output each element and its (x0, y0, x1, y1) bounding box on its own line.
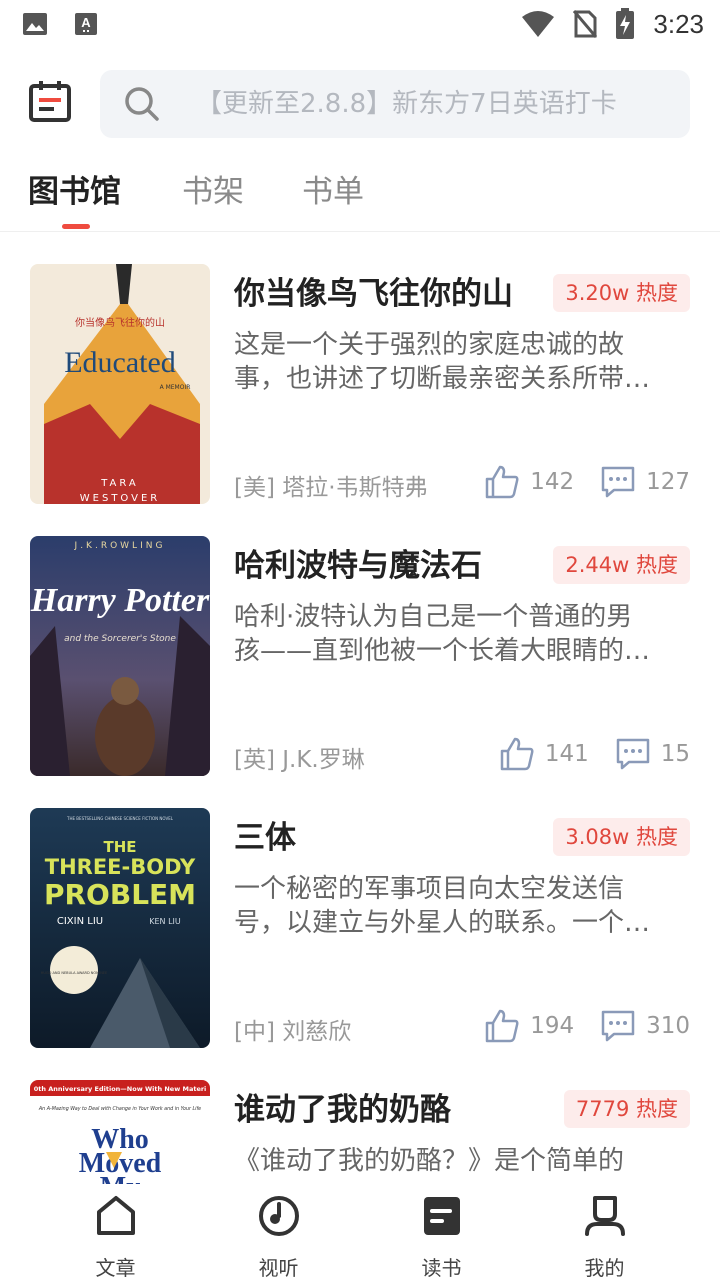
wifi-icon (522, 11, 555, 37)
calendar-checkin-icon[interactable] (28, 80, 72, 124)
search-placeholder: 【更新至2.8.8】新东方7日英语打卡 (196, 89, 617, 119)
book-author: [英] J.K.罗琳 (234, 747, 365, 773)
book-cover[interactable]: 0th Anniversary Edition—Now With New Mat… (30, 1080, 210, 1184)
like-count: 141 (544, 741, 589, 767)
search-icon (125, 87, 159, 121)
thumbs-up-icon[interactable] (499, 736, 535, 772)
cover-author-1: TARA (100, 478, 139, 489)
book-stats: 141 15 (499, 734, 690, 774)
like-count: 194 (530, 1013, 575, 1039)
status-bar: A 3:23 (0, 0, 720, 50)
no-sim-icon (573, 10, 598, 38)
book-description: 《谁动了我的奶酪？》是个简单的 (234, 1144, 684, 1178)
clock-time: 3:23 (653, 8, 704, 39)
cover-translator: KEN LIU (149, 917, 181, 926)
book-title[interactable]: 谁动了我的奶酪 (234, 1084, 451, 1129)
book-title[interactable]: 三体 (234, 812, 296, 857)
heat-badge: 3.08w 热度 (553, 818, 690, 856)
thumbs-up-icon[interactable] (484, 1008, 520, 1044)
comment-count: 127 (646, 469, 690, 495)
home-icon (96, 1196, 135, 1235)
cover-author: J.K.ROWLING (74, 541, 166, 551)
cover-author: CIXIN LIU (57, 916, 103, 927)
active-tab-indicator (62, 224, 90, 229)
cover-title: Harry Potter (30, 582, 210, 619)
cover-title-3: PROBLEM (44, 878, 196, 911)
book-cover[interactable]: THE BESTSELLING CHINESE SCIENCE FICTION … (30, 808, 210, 1048)
book-item[interactable]: J.K.ROWLING Harry Potter and the Sorcere… (0, 536, 720, 776)
book-description: 这是一个关于强烈的家庭忠诚的故 事，也讲述了切断最亲密关系所带… (234, 328, 684, 396)
book-title[interactable]: 你当像鸟飞往你的山 (234, 268, 513, 313)
book-item[interactable]: 0th Anniversary Edition—Now With New Mat… (0, 1080, 720, 1184)
cover-author-2: WESTOVER (80, 493, 160, 504)
comment-icon[interactable] (600, 464, 636, 500)
cover-tagline: THE BESTSELLING CHINESE SCIENCE FICTION … (66, 816, 174, 821)
description-line: 孩——直到他被一个长着大眼睛的… (234, 636, 651, 666)
description-line: 这是一个关于强烈的家庭忠诚的故 (234, 330, 625, 360)
audio-disc-icon (258, 1196, 299, 1236)
like-count: 142 (530, 469, 575, 495)
cover-title-1: THE (103, 838, 136, 856)
thumbs-up-icon[interactable] (484, 464, 520, 500)
cover-title-2: THREE-BODY (45, 855, 196, 879)
comment-count: 15 (660, 741, 690, 767)
heat-badge: 2.44w 热度 (553, 546, 690, 584)
nav-label: 我的 (584, 1256, 625, 1280)
book-description: 一个秘密的军事项目向太空发送信 号，以建立与外星人的联系。一个… (234, 872, 684, 940)
book-author: [美] 塔拉·韦斯特弗 (234, 475, 428, 501)
header: 【更新至2.8.8】新东方7日英语打卡 (0, 66, 720, 142)
comment-icon[interactable] (600, 1008, 636, 1044)
nav-label: 读书 (421, 1256, 462, 1280)
bottom-navigation: 文章 视听 读书 我的 (0, 1184, 720, 1280)
nav-label: 视听 (258, 1256, 299, 1280)
nav-label: 文章 (95, 1256, 136, 1280)
book-stats: 194 310 (484, 1006, 690, 1046)
book-item[interactable]: 你当像鸟飞往你的山 Educated A MEMOIR TARA WESTOVE… (0, 264, 720, 504)
cover-title-3: My (100, 1172, 140, 1184)
book-author: [中] 刘慈欣 (234, 1019, 352, 1045)
book-description: 哈利·波特认为自己是一个普通的男 孩——直到他被一个长着大眼睛的… (234, 600, 684, 668)
svg-text:A: A (81, 15, 91, 30)
book-stats: 142 127 (484, 462, 690, 502)
description-line: 一个秘密的军事项目向太空发送信 (234, 874, 625, 904)
cover-title: Educated (64, 346, 176, 379)
tab-library[interactable]: 图书馆 (28, 166, 121, 211)
nav-articles[interactable]: 文章 (34, 1184, 197, 1280)
nav-reading[interactable]: 读书 (360, 1184, 523, 1280)
profile-icon (584, 1196, 625, 1236)
search-bar[interactable]: 【更新至2.8.8】新东方7日英语打卡 (100, 70, 690, 138)
description-line: 号，以建立与外星人的联系。一个… (234, 908, 651, 938)
cover-subtitle: and the Sorcerer's Stone (64, 634, 176, 644)
tab-booklist[interactable]: 书单 (302, 166, 364, 211)
nav-audio-video[interactable]: 视听 (197, 1184, 360, 1280)
book-title[interactable]: 哈利波特与魔法石 (234, 540, 482, 585)
image-notification-icon (23, 13, 47, 35)
book-icon (423, 1197, 460, 1235)
book-cover[interactable]: 你当像鸟飞往你的山 Educated A MEMOIR TARA WESTOVE… (30, 264, 210, 504)
description-line: 《谁动了我的奶酪？》是个简单的 (234, 1146, 625, 1176)
comment-count: 310 (646, 1013, 690, 1039)
book-item[interactable]: THE BESTSELLING CHINESE SCIENCE FICTION … (0, 808, 720, 1048)
heat-badge: 3.20w 热度 (553, 274, 690, 312)
comment-icon[interactable] (615, 736, 651, 772)
cover-award: HUGO AND NEBULA AWARD NOMINEE (41, 971, 108, 975)
book-cover[interactable]: J.K.ROWLING Harry Potter and the Sorcere… (30, 536, 210, 776)
cover-tagline: An A-Mazing Way to Deal with Change in Y… (38, 1106, 201, 1112)
battery-charging-icon (616, 8, 635, 39)
tab-bookshelf[interactable]: 书架 (182, 166, 244, 211)
cover-cn-title: 你当像鸟飞往你的山 (75, 316, 165, 329)
cover-banner: 0th Anniversary Edition—Now With New Mat… (34, 1085, 207, 1093)
book-list[interactable]: 你当像鸟飞往你的山 Educated A MEMOIR TARA WESTOVE… (0, 232, 720, 1184)
tab-bar: 图书馆 书架 书单 (0, 160, 720, 232)
cover-subtitle: A MEMOIR (160, 384, 191, 391)
description-line: 哈利·波特认为自己是一个普通的男 (234, 602, 633, 632)
description-line: 事，也讲述了切断最亲密关系所带… (234, 364, 651, 394)
nav-profile[interactable]: 我的 (523, 1184, 686, 1280)
heat-badge: 7779 热度 (563, 1090, 690, 1128)
font-notification-icon: A (75, 13, 97, 35)
